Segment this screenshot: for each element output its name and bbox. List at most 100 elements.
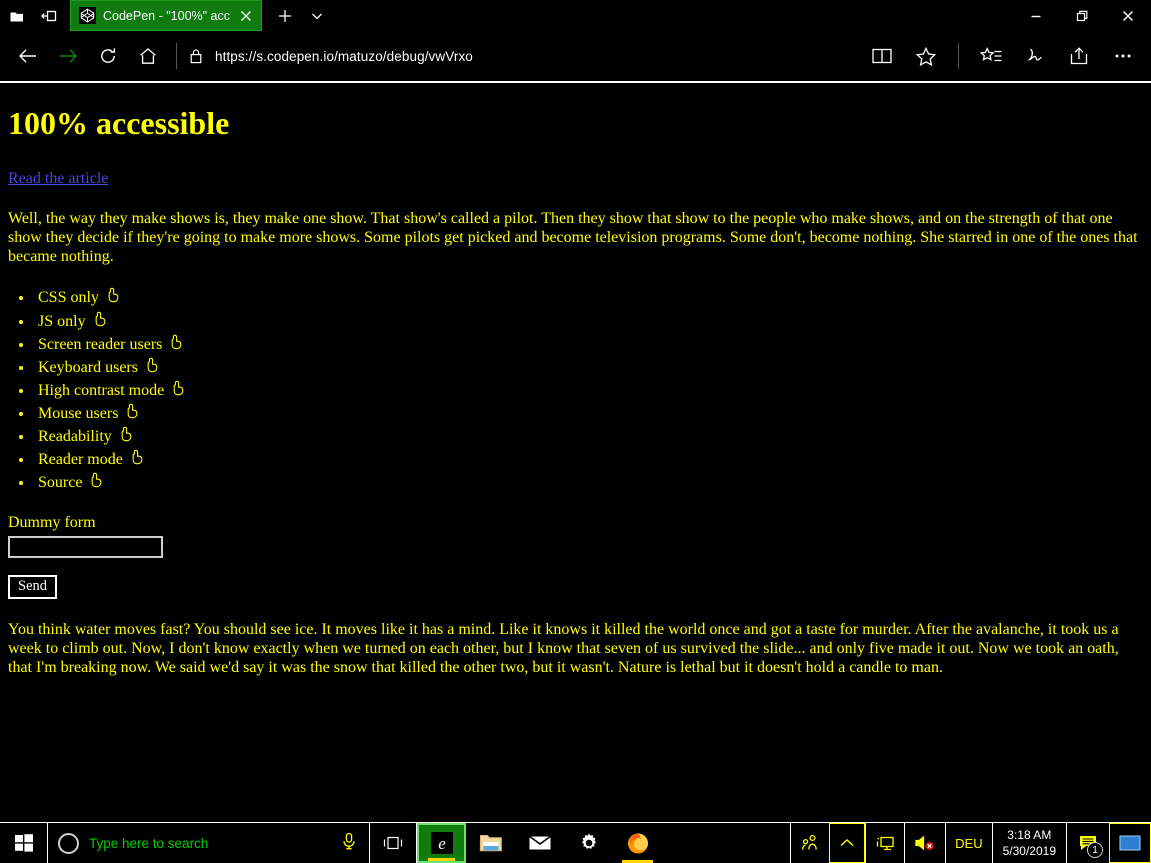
more-ellipsis-icon[interactable] bbox=[1103, 36, 1143, 76]
list-item: Source bbox=[34, 471, 1143, 494]
search-box[interactable]: Type here to search bbox=[48, 823, 370, 863]
list-item-label: Readability bbox=[38, 427, 112, 445]
share-icon[interactable] bbox=[1059, 36, 1099, 76]
pointing-up-hand-icon bbox=[170, 334, 183, 350]
pointing-up-hand-icon bbox=[172, 380, 185, 396]
list-item-label: Mouse users bbox=[38, 404, 119, 422]
chevron-up-icon[interactable] bbox=[829, 823, 866, 863]
chrome-bottom-rule bbox=[0, 81, 1151, 83]
list-item: JS only bbox=[34, 310, 1143, 333]
url-text[interactable]: https://s.codepen.io/matuzo/debug/vwVrxo bbox=[215, 49, 473, 64]
taskbar-apps: e bbox=[417, 823, 662, 863]
titlebar-system-icons bbox=[0, 0, 60, 31]
address-bar[interactable]: https://s.codepen.io/matuzo/debug/vwVrxo bbox=[185, 39, 862, 73]
taskbar-app-edge[interactable]: e bbox=[417, 823, 466, 863]
browser-tab-title: CodePen - "100%" acce: bbox=[103, 8, 230, 23]
list-item-label: Reader mode bbox=[38, 450, 123, 468]
list-item: High contrast mode bbox=[34, 379, 1143, 402]
app-active-underline bbox=[428, 858, 455, 861]
tab-menu-chevron-down-icon[interactable] bbox=[304, 0, 330, 31]
pointing-up-hand-icon bbox=[131, 449, 144, 465]
browser-tab[interactable]: CodePen - "100%" acce: bbox=[70, 0, 262, 31]
language-label: DEU bbox=[955, 835, 983, 851]
clock-date: 5/30/2019 bbox=[1002, 844, 1056, 858]
browser-titlebar: CodePen - "100%" acce: bbox=[0, 0, 1151, 31]
list-item-label: CSS only bbox=[38, 289, 99, 307]
navbar-divider bbox=[176, 43, 177, 69]
list-item-label: High contrast mode bbox=[38, 381, 165, 399]
list-item-label: Source bbox=[38, 474, 83, 492]
back-arrow-icon[interactable] bbox=[8, 36, 48, 76]
home-icon[interactable] bbox=[128, 36, 168, 76]
task-view-icon[interactable] bbox=[370, 823, 417, 863]
people-icon[interactable] bbox=[790, 823, 829, 863]
intro-paragraph: Well, the way they make shows is, they m… bbox=[8, 209, 1138, 265]
list-item: Reader mode bbox=[34, 448, 1143, 471]
list-item: Screen reader users bbox=[34, 333, 1143, 356]
send-button[interactable]: Send bbox=[8, 575, 57, 600]
taskbar-app-mail[interactable] bbox=[515, 823, 564, 863]
mail-icon bbox=[528, 835, 551, 851]
page-title: 100% accessible bbox=[8, 105, 230, 141]
clock-time: 3:18 AM bbox=[1007, 827, 1052, 842]
favorites-list-icon[interactable] bbox=[971, 36, 1011, 76]
list-item-label: Screen reader users bbox=[38, 335, 163, 353]
navbar-actions bbox=[862, 36, 1143, 76]
pointing-up-hand-icon bbox=[146, 357, 159, 373]
taskbar-spacer bbox=[662, 823, 790, 863]
set-tabs-aside-icon[interactable] bbox=[38, 5, 60, 27]
new-tab-button[interactable] bbox=[272, 0, 298, 31]
search-input[interactable]: Type here to search bbox=[89, 836, 331, 851]
list-item: Mouse users bbox=[34, 402, 1143, 425]
firefox-icon bbox=[627, 833, 648, 854]
dummy-form-input[interactable] bbox=[8, 536, 163, 559]
language-indicator[interactable]: DEU bbox=[945, 823, 991, 863]
taskbar-app-settings[interactable] bbox=[564, 823, 613, 863]
minimize-button[interactable] bbox=[1013, 0, 1059, 31]
dummy-form-label: Dummy form bbox=[8, 514, 96, 532]
list-item-label: JS only bbox=[38, 312, 86, 330]
star-icon[interactable] bbox=[906, 36, 946, 76]
windows-taskbar: Type here to search e DEU 3:18 AM 5/30/2… bbox=[0, 822, 1151, 863]
close-button[interactable] bbox=[1105, 0, 1151, 31]
lock-icon bbox=[189, 48, 205, 64]
pen-note-icon[interactable] bbox=[1015, 36, 1055, 76]
taskbar-app-file-explorer[interactable] bbox=[466, 823, 515, 863]
notification-icon[interactable]: 1 bbox=[1066, 823, 1109, 863]
windows-start-icon[interactable] bbox=[0, 823, 48, 863]
feature-list: CSS only JS only Screen reader users bbox=[34, 286, 1143, 494]
system-tray: DEU 3:18 AM 5/30/2019 1 bbox=[790, 823, 1151, 863]
restore-button[interactable] bbox=[1059, 0, 1105, 31]
actions-divider bbox=[958, 43, 959, 69]
read-the-article-link[interactable]: Read the article bbox=[8, 170, 108, 188]
folder-icon bbox=[479, 835, 502, 852]
gear-icon bbox=[581, 833, 596, 849]
tab-close-icon[interactable] bbox=[237, 7, 255, 25]
network-monitor-icon[interactable] bbox=[865, 823, 904, 863]
pointing-up-hand-icon bbox=[107, 287, 120, 303]
codepen-logo-icon bbox=[79, 7, 96, 24]
page-viewport: 100% accessible Read the article Well, t… bbox=[0, 85, 1151, 822]
window-controls bbox=[1013, 0, 1151, 31]
taskbar-app-firefox[interactable] bbox=[613, 823, 662, 863]
window-restore-icon[interactable] bbox=[6, 5, 28, 27]
browser-navbar: https://s.codepen.io/matuzo/debug/vwVrxo bbox=[0, 31, 1151, 81]
closing-paragraph: You think water moves fast? You should s… bbox=[8, 621, 1119, 676]
edge-icon: e bbox=[430, 832, 453, 854]
svg-text:e: e bbox=[438, 834, 446, 853]
notification-badge: 1 bbox=[1087, 842, 1103, 858]
browser-window: CodePen - "100%" acce: https://s.codepen… bbox=[0, 0, 1151, 822]
show-desktop-icon[interactable] bbox=[1109, 823, 1151, 863]
list-item: Keyboard users bbox=[34, 356, 1143, 379]
list-item-label: Keyboard users bbox=[38, 358, 138, 376]
speaker-muted-icon[interactable] bbox=[904, 823, 945, 863]
book-icon[interactable] bbox=[862, 36, 902, 76]
pointing-up-hand-icon bbox=[94, 311, 107, 327]
refresh-icon[interactable] bbox=[88, 36, 128, 76]
forward-arrow-icon[interactable] bbox=[48, 36, 88, 76]
cortana-circle-icon bbox=[58, 832, 79, 854]
list-item: Readability bbox=[34, 425, 1143, 448]
microphone-icon[interactable] bbox=[341, 832, 359, 855]
pointing-up-hand-icon bbox=[90, 472, 103, 488]
clock[interactable]: 3:18 AM 5/30/2019 bbox=[991, 823, 1066, 863]
